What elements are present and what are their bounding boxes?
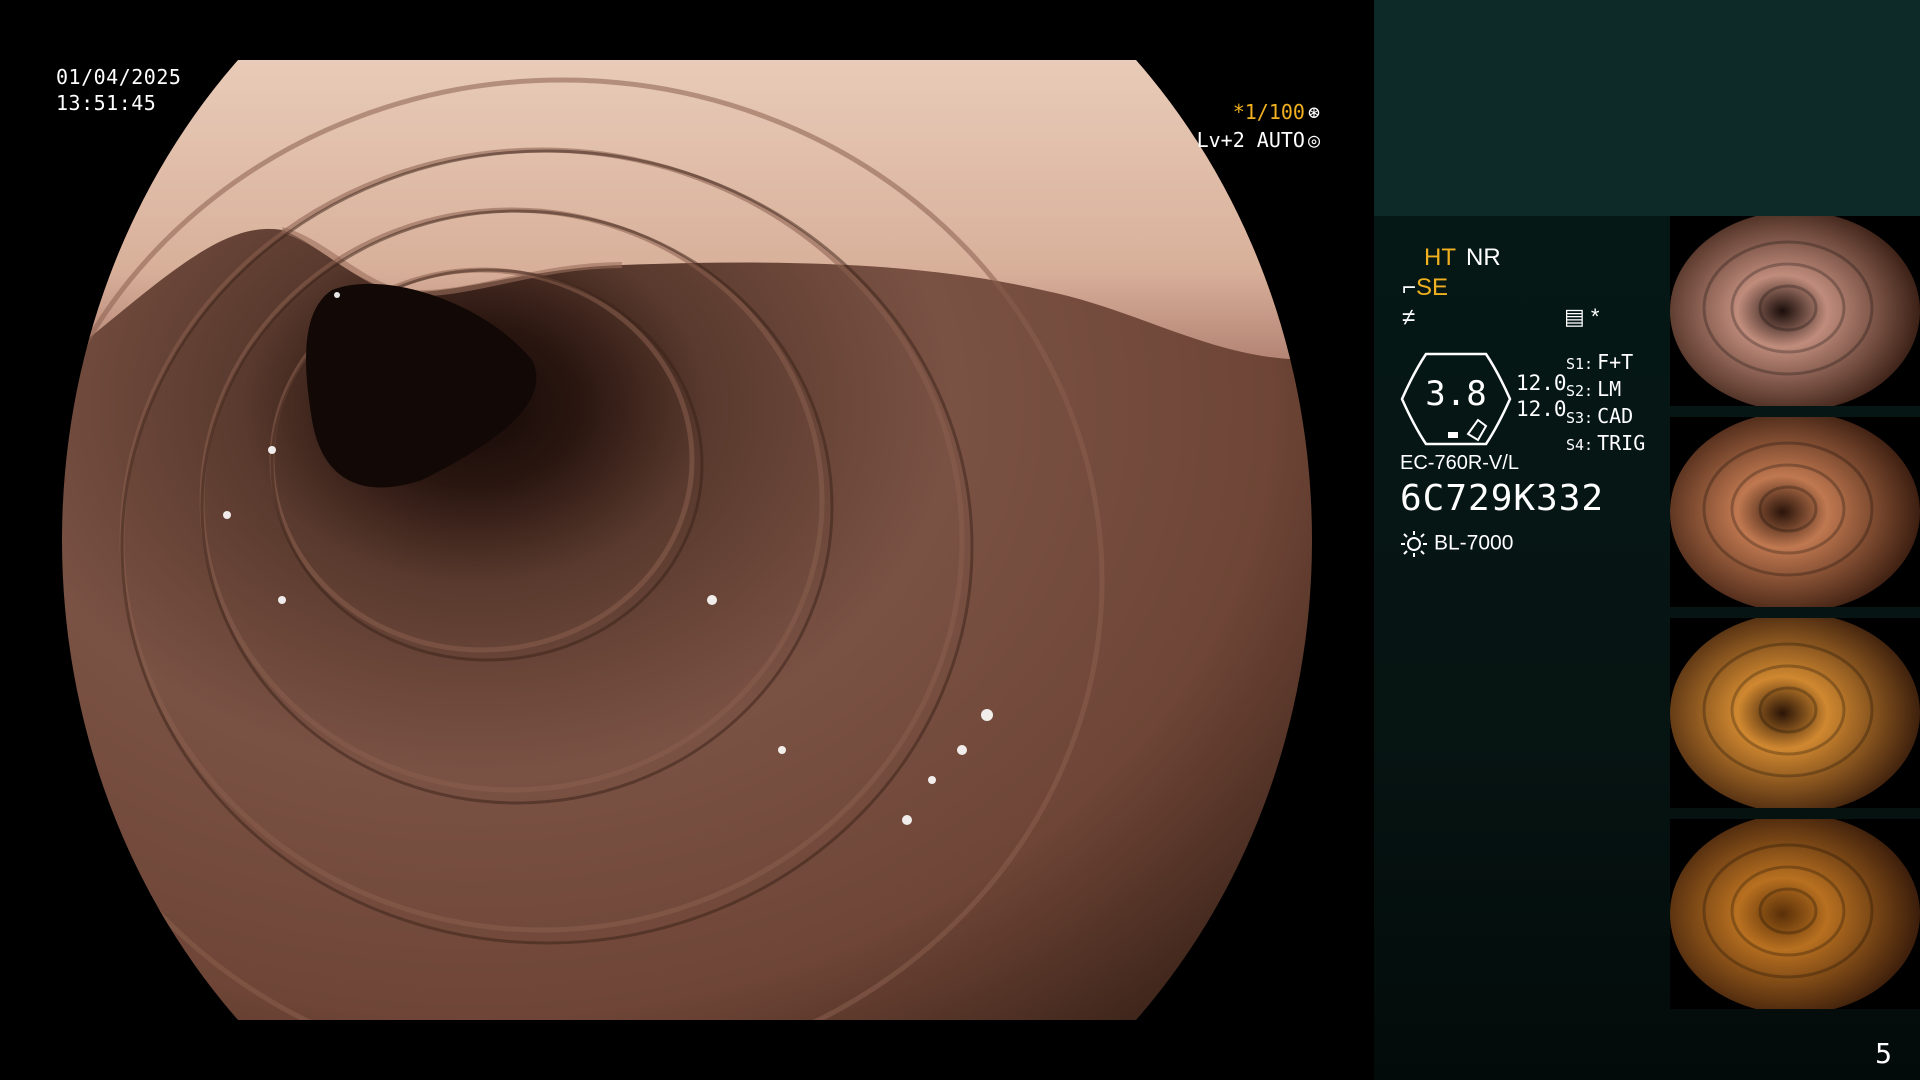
- thumbnail-mucosa: [1670, 618, 1920, 808]
- switch-item: S4: TRIG: [1566, 431, 1646, 455]
- thumbnail-mucosa: [1670, 417, 1920, 607]
- light-source-status: BL-7000: [1400, 530, 1513, 558]
- thumbnail-mucosa: [1670, 216, 1920, 406]
- light-source-name: BL-7000: [1434, 531, 1514, 555]
- panel-header-area: [1374, 0, 1920, 216]
- brightness-level: Lv+2 AUTO: [1196, 128, 1305, 152]
- thumbnail-image: [1670, 216, 1920, 406]
- date-text: 01/04/2025: [56, 65, 182, 89]
- thumbnail-image: [1670, 618, 1920, 808]
- page-number: 5: [1875, 1037, 1892, 1070]
- capture-thumbnail[interactable]: [1670, 417, 1920, 607]
- colon-lumen-image: [62, 60, 1312, 1020]
- zoom-value: 3.8: [1425, 374, 1487, 414]
- iris-icon: ◎: [1307, 128, 1320, 152]
- se-status: ⌐SE: [1402, 274, 1448, 302]
- datetime-display: 01/04/2025 13:51:45: [56, 64, 181, 116]
- thumbnail-image: [1670, 417, 1920, 607]
- scope-model: EC-760R-V/L: [1400, 452, 1519, 474]
- zoom-side-values: 12.0 12.0: [1516, 370, 1567, 422]
- structure-enhance-icon: ⌐: [1402, 274, 1417, 301]
- light-source-icon: [1401, 531, 1427, 557]
- scope-serial: 6C729K332: [1400, 478, 1605, 519]
- capture-thumbnail[interactable]: [1670, 819, 1920, 1009]
- shutter-speed: *1/100: [1232, 100, 1305, 124]
- endoscopy-monitor: 01/04/2025 13:51:45 *1/100 ⊛ Lv+2 AUTO ◎ H…: [0, 0, 1920, 1080]
- capture-thumbnail[interactable]: [1670, 216, 1920, 406]
- memo-symbol: *: [1590, 304, 1600, 329]
- zoom-side-2: 12.0: [1516, 397, 1567, 421]
- thumbnail-mucosa: [1670, 819, 1920, 1009]
- time-text: 13:51:45: [56, 91, 157, 115]
- se-indicator: SE: [1416, 274, 1449, 301]
- scope-switch-list: S1: F+T S2: LM S3: CAD S4: TRIG: [1566, 350, 1645, 458]
- switch-item: S1: F+T: [1566, 350, 1634, 374]
- nr-indicator: NR: [1466, 244, 1501, 271]
- thumbnail-image: [1670, 819, 1920, 1009]
- memo-status: ▤ *: [1564, 304, 1599, 330]
- switch-item: S2: LM: [1566, 377, 1622, 401]
- endoscope-live-view: [62, 60, 1312, 1020]
- zoom-side-1: 12.0: [1516, 371, 1567, 395]
- freeze-icon: ≠: [1402, 304, 1416, 331]
- ht-indicator: HT: [1424, 244, 1456, 271]
- memo-icon: ▤: [1564, 304, 1585, 329]
- ht-nr-status: HT NR: [1424, 244, 1511, 272]
- switch-item: S3: CAD: [1566, 404, 1634, 428]
- aperture-icon: ⊛: [1307, 100, 1320, 124]
- capture-thumbnail[interactable]: [1670, 618, 1920, 808]
- image-settings: *1/100 ⊛ Lv+2 AUTO ◎: [1197, 98, 1320, 154]
